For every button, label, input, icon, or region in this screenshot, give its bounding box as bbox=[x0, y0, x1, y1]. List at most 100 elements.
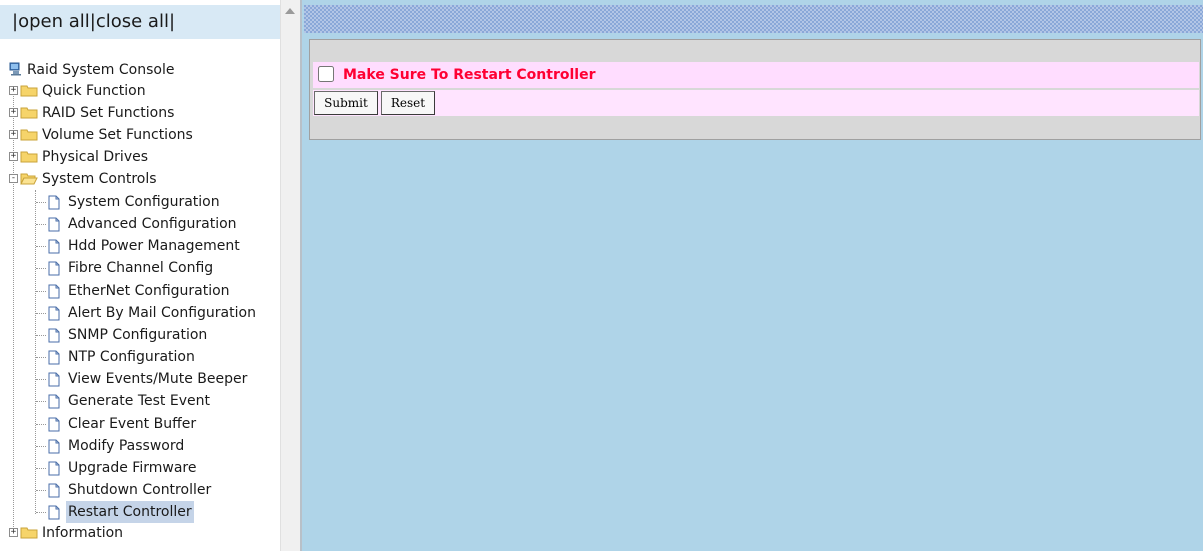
collapse-icon[interactable]: - bbox=[9, 174, 18, 183]
open-folder-icon bbox=[20, 173, 38, 185]
tree-item-label[interactable]: System Configuration bbox=[66, 191, 222, 213]
tree-item-label[interactable]: View Events/Mute Beeper bbox=[66, 368, 249, 390]
tree-root-label[interactable]: Raid System Console bbox=[25, 59, 176, 81]
restart-controller-form: Make Sure To Restart Controller Submit R… bbox=[309, 39, 1201, 140]
tree-item-snmp-configuration[interactable]: SNMP Configuration bbox=[0, 324, 280, 346]
document-icon bbox=[48, 284, 60, 299]
tree-item-label[interactable]: SNMP Configuration bbox=[66, 324, 209, 346]
tree-item-clear-event-buffer[interactable]: Clear Event Buffer bbox=[0, 413, 280, 435]
folder-icon bbox=[20, 151, 38, 163]
tree-item-label[interactable]: EtherNet Configuration bbox=[66, 280, 232, 302]
tree-folder-quick-function[interactable]: + Quick Function bbox=[0, 80, 280, 102]
document-icon bbox=[48, 350, 60, 365]
document-icon bbox=[48, 217, 60, 232]
tree-item-label[interactable]: Restart Controller bbox=[66, 501, 194, 524]
folder-icon bbox=[20, 527, 38, 539]
folder-icon bbox=[20, 85, 38, 97]
tree-item-hdd-power-management[interactable]: Hdd Power Management bbox=[0, 235, 280, 257]
confirm-restart-checkbox[interactable] bbox=[318, 66, 334, 82]
tree-folder-system-controls[interactable]: - System Controls bbox=[0, 168, 280, 190]
document-icon bbox=[48, 439, 60, 454]
submit-button[interactable]: Submit bbox=[314, 91, 378, 115]
document-icon bbox=[48, 372, 60, 387]
tree-folder-physical-drives[interactable]: + Physical Drives bbox=[0, 146, 280, 168]
tree-item-generate-test-event[interactable]: Generate Test Event bbox=[0, 390, 280, 412]
document-icon bbox=[48, 394, 60, 409]
document-icon bbox=[48, 239, 60, 254]
header-banner bbox=[304, 5, 1203, 33]
tree-item-system-configuration[interactable]: System Configuration bbox=[0, 191, 280, 213]
tree-item-label[interactable]: Clear Event Buffer bbox=[66, 413, 198, 435]
tree-item-label[interactable]: Shutdown Controller bbox=[66, 479, 213, 501]
tree-connector-line bbox=[36, 489, 46, 491]
expand-icon[interactable]: + bbox=[9, 130, 18, 139]
tree-item-restart-controller[interactable]: Restart Controller bbox=[0, 501, 280, 524]
tree-connector-line bbox=[36, 445, 46, 447]
tree-connector-line bbox=[36, 334, 46, 336]
tree-connector-line bbox=[36, 357, 46, 359]
tree-item-label[interactable]: Hdd Power Management bbox=[66, 235, 242, 257]
open-close-all-bar: |open all|close all| bbox=[0, 5, 280, 39]
content-frame: Make Sure To Restart Controller Submit R… bbox=[300, 0, 1203, 551]
document-icon bbox=[48, 483, 60, 498]
expand-icon[interactable]: + bbox=[9, 152, 18, 161]
document-icon bbox=[48, 261, 60, 276]
tree-folder-label[interactable]: Quick Function bbox=[40, 80, 148, 102]
tree-connector-line bbox=[36, 467, 46, 469]
tree-item-label[interactable]: NTP Configuration bbox=[66, 346, 197, 368]
tree-item-upgrade-firmware[interactable]: Upgrade Firmware bbox=[0, 457, 280, 479]
tree-folder-information[interactable]: + Information bbox=[0, 522, 280, 544]
navigation-frame: Raid System Console + Quick Function + R… bbox=[0, 0, 300, 551]
tree-item-ethernet-configuration[interactable]: EtherNet Configuration bbox=[0, 280, 280, 302]
tree-connector-line bbox=[36, 312, 46, 314]
folder-icon bbox=[20, 129, 38, 141]
document-icon bbox=[48, 417, 60, 431]
tree-item-shutdown-controller[interactable]: Shutdown Controller bbox=[0, 479, 280, 501]
tree-item-fibre-channel-config[interactable]: Fibre Channel Config bbox=[0, 257, 280, 279]
document-icon bbox=[48, 505, 60, 520]
tree-item-view-events-mute-beeper[interactable]: View Events/Mute Beeper bbox=[0, 368, 280, 390]
button-row: Submit Reset bbox=[313, 90, 1199, 116]
tree-item-modify-password[interactable]: Modify Password bbox=[0, 435, 280, 457]
tree-connector-line bbox=[36, 379, 46, 381]
raid-console-icon bbox=[9, 62, 21, 76]
tree-item-label[interactable]: Advanced Configuration bbox=[66, 213, 239, 235]
tree-connector-line bbox=[36, 401, 46, 403]
document-icon bbox=[48, 306, 60, 321]
folder-icon bbox=[20, 107, 38, 119]
tree-connector-line bbox=[36, 246, 46, 248]
close-all-link[interactable]: close all bbox=[96, 11, 169, 32]
tree-connector-line bbox=[36, 202, 46, 203]
tree-folder-label[interactable]: Volume Set Functions bbox=[40, 124, 195, 146]
expand-icon[interactable]: + bbox=[9, 528, 18, 537]
tree-connector-line bbox=[36, 224, 46, 226]
document-icon bbox=[48, 461, 60, 476]
tree-connector-line bbox=[36, 268, 46, 270]
tree-folder-label[interactable]: RAID Set Functions bbox=[40, 102, 176, 124]
tree-scrollbar[interactable] bbox=[280, 0, 300, 551]
tree-connector-line bbox=[36, 290, 46, 292]
reset-button[interactable]: Reset bbox=[381, 91, 435, 115]
tree-folder-label[interactable]: Information bbox=[40, 522, 125, 544]
tree-item-label[interactable]: Generate Test Event bbox=[66, 390, 212, 412]
tree-folder-raid-set-functions[interactable]: + RAID Set Functions bbox=[0, 102, 280, 124]
document-icon bbox=[48, 328, 60, 343]
tree-folder-volume-set-functions[interactable]: + Volume Set Functions bbox=[0, 124, 280, 146]
tree-connector-line bbox=[36, 512, 46, 514]
scroll-up-arrow-icon[interactable] bbox=[285, 8, 295, 14]
open-all-link[interactable]: open all bbox=[18, 11, 90, 32]
tree-folder-label[interactable]: Physical Drives bbox=[40, 146, 150, 168]
tree-item-label[interactable]: Alert By Mail Configuration bbox=[66, 302, 258, 324]
expand-icon[interactable]: + bbox=[9, 86, 18, 95]
tree-item-alert-by-mail-configuration[interactable]: Alert By Mail Configuration bbox=[0, 302, 280, 324]
separator: | bbox=[168, 11, 176, 32]
confirm-restart-label: Make Sure To Restart Controller bbox=[343, 67, 596, 83]
tree-item-label[interactable]: Upgrade Firmware bbox=[66, 457, 198, 479]
expand-icon[interactable]: + bbox=[9, 108, 18, 117]
document-icon bbox=[48, 195, 60, 210]
tree-item-label[interactable]: Fibre Channel Config bbox=[66, 257, 215, 279]
tree-folder-label[interactable]: System Controls bbox=[40, 168, 159, 190]
tree-item-ntp-configuration[interactable]: NTP Configuration bbox=[0, 346, 280, 368]
tree-item-advanced-configuration[interactable]: Advanced Configuration bbox=[0, 213, 280, 235]
tree-item-label[interactable]: Modify Password bbox=[66, 435, 186, 457]
